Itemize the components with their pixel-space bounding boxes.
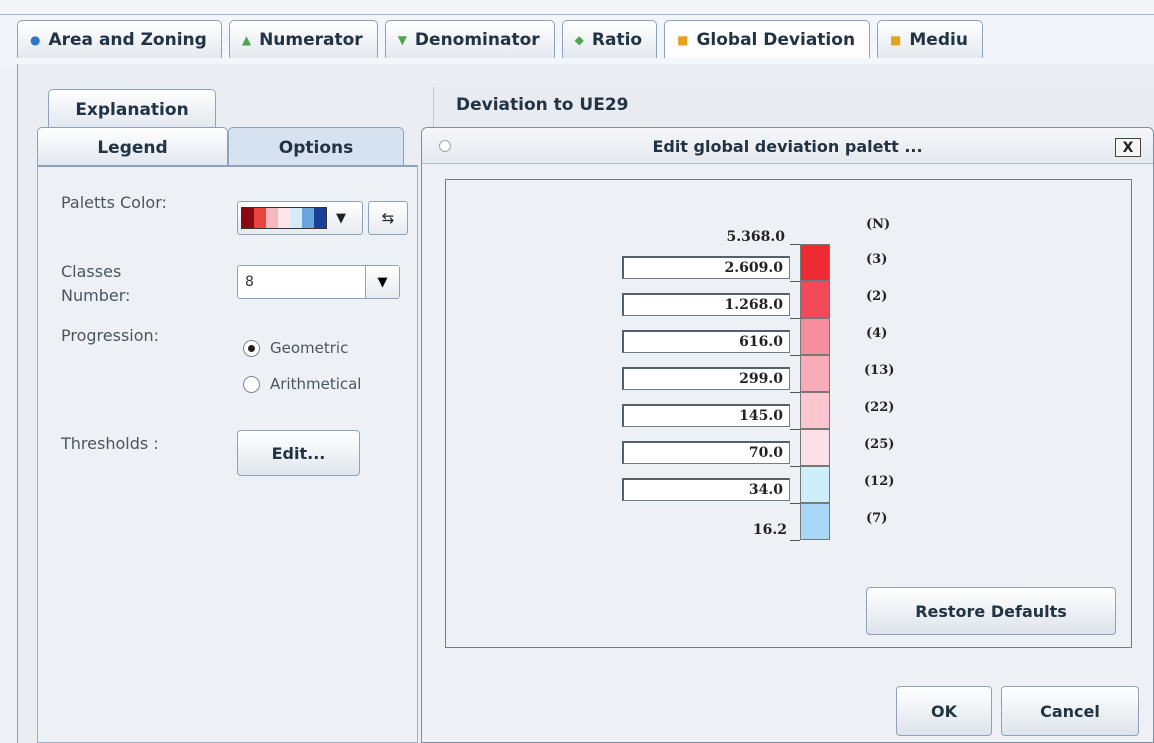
- reverse-palette-button[interactable]: ⇆: [368, 201, 408, 235]
- edit-thresholds-button[interactable]: Edit...: [237, 430, 360, 476]
- tab-label: Area and Zoning: [48, 29, 207, 50]
- circle-dot-icon: ●: [30, 32, 41, 47]
- thresholds-label: Thresholds :: [61, 434, 159, 453]
- close-button[interactable]: X: [1115, 138, 1141, 157]
- chevron-down-icon: ▼: [365, 266, 399, 298]
- class-color-swatch[interactable]: [800, 392, 830, 429]
- class-color-swatch[interactable]: [800, 503, 830, 540]
- class-count: (13): [864, 363, 895, 378]
- palette-color-label: Paletts Color:: [61, 193, 167, 212]
- tab-label: Mediu: [909, 29, 968, 50]
- tab-numerator[interactable]: ▲ Numerator: [228, 20, 378, 58]
- scale-tick: [790, 318, 800, 319]
- classes-number-label-line1: Classes: [61, 262, 122, 281]
- palette-color-stop: [278, 208, 290, 228]
- dialog-titlebar[interactable]: Edit global deviation palett ... X: [422, 128, 1153, 164]
- threshold-input[interactable]: 2.609.0: [622, 256, 790, 279]
- radio-geometric[interactable]: Geometric: [243, 339, 348, 357]
- tab-area-and-zoning[interactable]: ● Area and Zoning: [17, 20, 222, 58]
- class-color-swatch[interactable]: [800, 281, 830, 318]
- class-count: (3): [866, 252, 888, 267]
- class-color-swatch[interactable]: [800, 355, 830, 392]
- scale-tick: [790, 244, 800, 245]
- scale-tick: [790, 392, 800, 393]
- bottom-value-label: 16.2: [752, 522, 787, 538]
- triangle-down-icon: ▼: [397, 32, 407, 47]
- options-panel: [37, 165, 418, 743]
- top-value-label: 5.368.0: [726, 229, 785, 245]
- swap-icon: ⇆: [381, 209, 395, 227]
- class-count: (12): [864, 474, 895, 489]
- deviation-title: Deviation to UE29: [456, 95, 629, 115]
- triangle-up-icon: ▲: [241, 32, 252, 47]
- radio-arithmetical-label: Arithmetical: [270, 375, 362, 393]
- tab-explanation-label: Explanation: [75, 99, 189, 120]
- ok-button[interactable]: OK: [896, 686, 992, 736]
- threshold-input[interactable]: 1.268.0: [622, 293, 790, 316]
- tab-label: Ratio: [591, 29, 643, 50]
- class-color-swatch[interactable]: [800, 429, 830, 466]
- scale-tick: [790, 281, 800, 282]
- chevron-down-icon: ▼: [336, 210, 346, 226]
- tab-legend-label: Legend: [97, 137, 168, 158]
- tab-options-label: Options: [278, 137, 354, 158]
- progression-label: Progression:: [61, 326, 160, 345]
- edit-palette-dialog: Edit global deviation palett ... X: [421, 127, 1154, 743]
- threshold-input[interactable]: 616.0: [622, 330, 790, 353]
- scale-tick: [790, 429, 800, 430]
- count-header: (N): [866, 217, 891, 232]
- class-count: (22): [864, 400, 895, 415]
- square-icon: ■: [677, 32, 689, 47]
- radio-button[interactable]: [243, 339, 260, 357]
- tab-label: Global Deviation: [696, 29, 856, 50]
- tab-options[interactable]: Options: [228, 127, 404, 167]
- palette-color-stop: [314, 208, 326, 228]
- top-divider: [0, 14, 1154, 15]
- palette-color-stop: [242, 208, 254, 228]
- tab-ratio[interactable]: ◆ Ratio: [561, 20, 658, 58]
- classes-number-value: 8: [245, 274, 254, 290]
- tab-denominator[interactable]: ▼ Denominator: [384, 20, 555, 58]
- top-tabs: ● Area and Zoning ▲ Numerator ▼ Denomina…: [17, 20, 990, 58]
- class-color-swatch[interactable]: [800, 466, 830, 503]
- tab-label: Denominator: [414, 29, 540, 50]
- threshold-input[interactable]: 299.0: [622, 367, 790, 390]
- classes-number-label-line2: Number:: [61, 286, 131, 305]
- scale-tick: [790, 355, 800, 356]
- palette-color-stop: [254, 208, 266, 228]
- palette-color-stop: [290, 208, 302, 228]
- radio-button[interactable]: [243, 375, 260, 393]
- class-count: (25): [864, 437, 895, 452]
- diamond-icon: ◆: [574, 32, 584, 47]
- tab-explanation[interactable]: Explanation: [48, 89, 216, 129]
- class-color-swatch[interactable]: [800, 244, 830, 281]
- threshold-input[interactable]: 34.0: [622, 478, 790, 501]
- palette-color-stop: [266, 208, 278, 228]
- threshold-input[interactable]: 145.0: [622, 404, 790, 427]
- class-count: (7): [866, 511, 888, 526]
- radio-arithmetical[interactable]: Arithmetical: [243, 375, 361, 393]
- square-icon: ■: [890, 32, 902, 47]
- scale-tick: [790, 466, 800, 467]
- tab-global-deviation[interactable]: ■ Global Deviation: [664, 20, 871, 58]
- tab-legend[interactable]: Legend: [37, 127, 228, 167]
- scale-tick: [790, 540, 800, 541]
- radio-geometric-label: Geometric: [270, 339, 349, 357]
- dialog-title: Edit global deviation palett ...: [652, 137, 923, 156]
- close-icon: X: [1122, 139, 1134, 156]
- tab-medium[interactable]: ■ Mediu: [877, 20, 983, 58]
- class-count: (2): [866, 289, 888, 304]
- class-count: (4): [866, 326, 888, 341]
- cancel-button[interactable]: Cancel: [1001, 686, 1139, 736]
- palette-color-stop: [302, 208, 314, 228]
- palette-preview: [241, 207, 327, 229]
- class-color-swatch[interactable]: [800, 318, 830, 355]
- restore-defaults-button[interactable]: Restore Defaults: [866, 587, 1116, 635]
- threshold-input[interactable]: 70.0: [622, 441, 790, 464]
- scale-tick: [790, 503, 800, 504]
- classes-number-select[interactable]: 8 ▼: [237, 265, 400, 299]
- tab-label: Numerator: [259, 29, 363, 50]
- palette-color-select[interactable]: ▼: [237, 201, 363, 235]
